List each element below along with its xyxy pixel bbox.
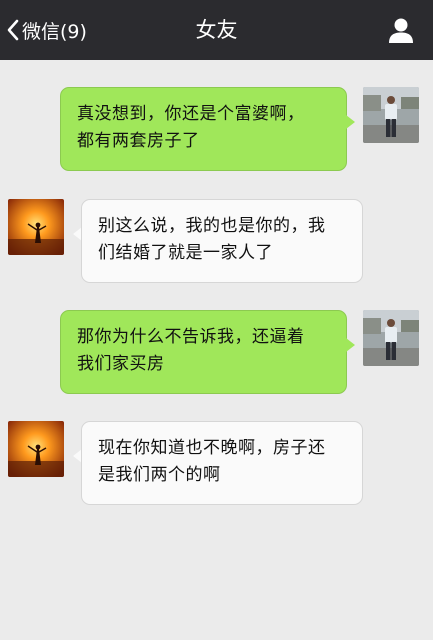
chat-area[interactable]: 真没想到，你还是个富婆啊， 都有两套房子了 别这么说，我的也是你的，我 们结婚了… (0, 60, 433, 640)
message-line: 都有两套房子了 (77, 131, 200, 151)
message-line: 现在你知道也不晚啊，房子还 (98, 438, 326, 458)
back-label: 微信(9) (22, 20, 87, 43)
my-avatar[interactable] (363, 87, 419, 143)
message-line: 我们家买房 (77, 354, 165, 374)
navigation-bar: 微信(9) 女友 (0, 0, 433, 60)
chevron-left-icon (7, 19, 19, 41)
message-line: 真没想到，你还是个富婆啊， (77, 104, 305, 124)
bubble-tail (346, 338, 355, 352)
person-icon (389, 18, 413, 43)
chat-info-button[interactable] (387, 16, 415, 44)
message-line: 们结婚了就是一家人了 (98, 243, 273, 263)
chat-title: 女友 (195, 18, 238, 42)
contact-avatar[interactable] (8, 199, 64, 255)
message-line: 别这么说，我的也是你的，我 (98, 216, 326, 236)
contact-avatar[interactable] (8, 421, 64, 477)
message-bubble[interactable]: 那你为什么不告诉我，还逼着 我们家买房 (60, 310, 347, 394)
message-line: 是我们两个的啊 (98, 465, 221, 485)
back-button[interactable]: 微信(9) (6, 14, 87, 46)
message-line: 那你为什么不告诉我，还逼着 (77, 327, 305, 347)
message-bubble[interactable]: 别这么说，我的也是你的，我 们结婚了就是一家人了 (81, 199, 363, 283)
message-bubble[interactable]: 真没想到，你还是个富婆啊， 都有两套房子了 (60, 87, 347, 171)
message-bubble[interactable]: 现在你知道也不晚啊，房子还 是我们两个的啊 (81, 421, 363, 505)
my-avatar[interactable] (363, 310, 419, 366)
bubble-tail (346, 115, 355, 129)
